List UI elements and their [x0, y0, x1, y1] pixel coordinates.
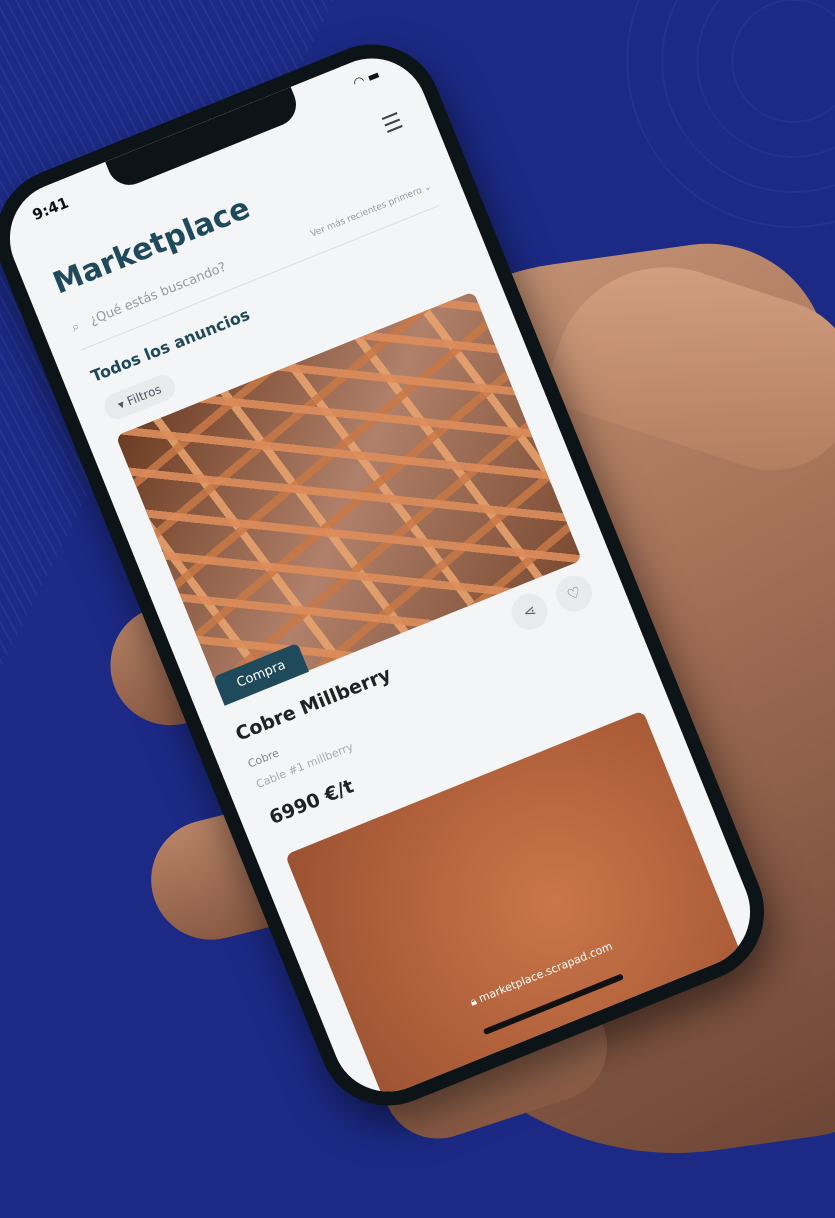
hamburger-menu-icon[interactable]: ☰ [379, 109, 409, 140]
phone-wrapper: 9:41 ◠ ▬ ☰ Marketplace ⌕ ¿Qué estás busc… [0, 15, 815, 1205]
listing-image[interactable] [115, 291, 583, 705]
filter-label: Filtros [125, 382, 164, 409]
listing-price: 6990 €/t [266, 775, 357, 830]
search-icon: ⌕ [69, 319, 82, 336]
share-icon[interactable]: ⋖ [506, 588, 554, 636]
listing-category: Cobre [246, 746, 281, 771]
phone-screen: 9:41 ◠ ▬ ☰ Marketplace ⌕ ¿Qué estás busc… [0, 41, 767, 1109]
wifi-battery-icon: ◠ ▬ [351, 67, 383, 92]
heart-icon[interactable]: ♡ [550, 570, 598, 618]
smartphone: 9:41 ◠ ▬ ☰ Marketplace ⌕ ¿Qué estás busc… [0, 23, 786, 1127]
notch [105, 86, 303, 192]
status-time: 9:41 [29, 193, 72, 225]
